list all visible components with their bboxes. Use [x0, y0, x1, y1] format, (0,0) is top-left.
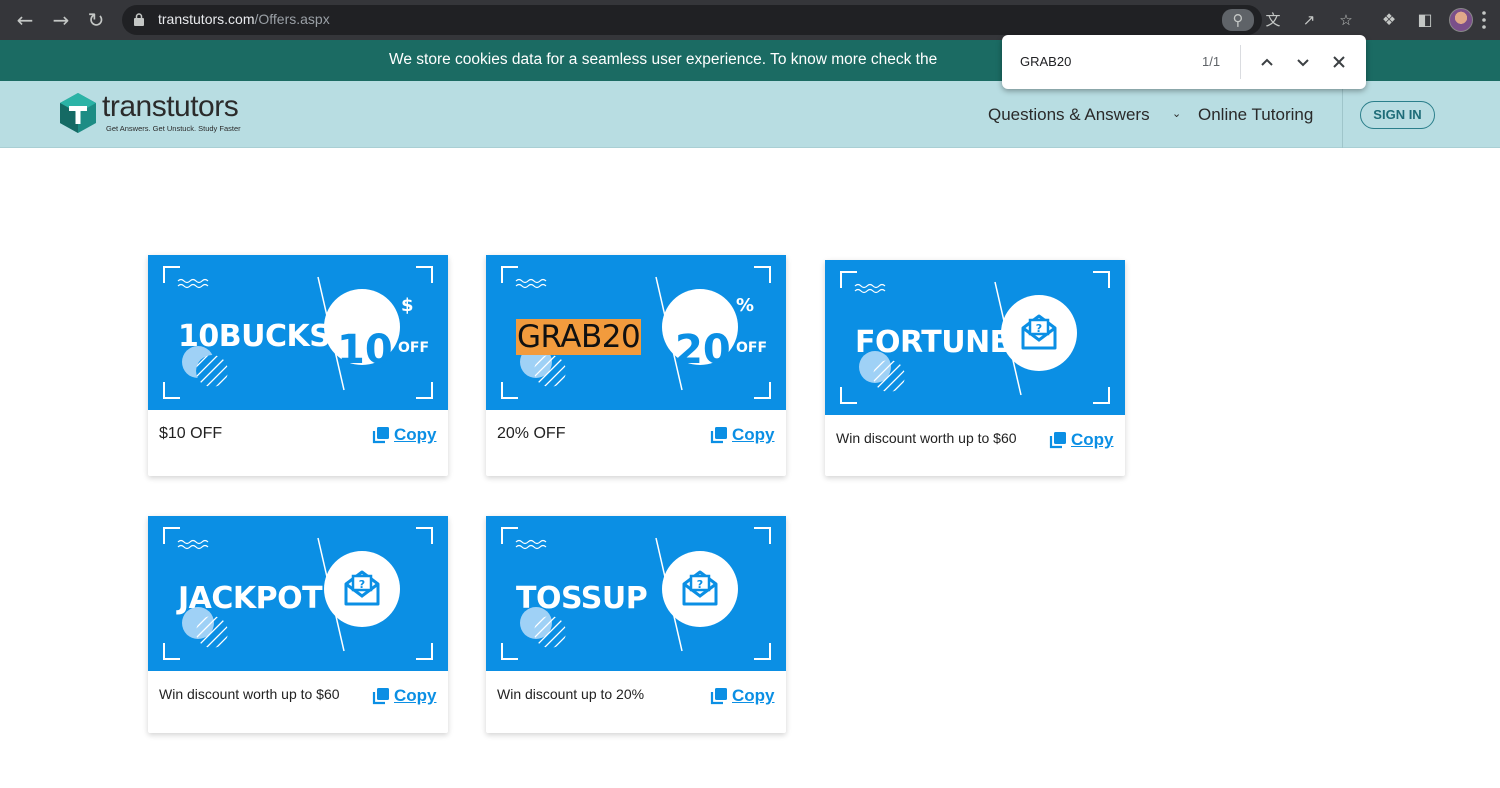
find-previous-icon[interactable]	[1256, 51, 1278, 73]
coupon-card: 20 % OFF GRAB20 20% OFF Copy	[486, 255, 786, 476]
svg-text:?: ?	[697, 578, 703, 591]
coupon-code: TOSSUP	[516, 581, 648, 616]
mail-question-icon: ?	[682, 570, 718, 606]
coupon-card: 10 $ OFF 10BUCKS $10 OFF Copy	[148, 255, 448, 476]
logo-tagline: Get Answers. Get Unstuck. Study Faster	[106, 124, 241, 133]
copy-icon	[1049, 432, 1066, 449]
site-header: transtutors Get Answers. Get Unstuck. St…	[0, 81, 1500, 148]
logo-mark-icon	[60, 93, 96, 133]
coupon-code: 10BUCKS	[178, 319, 331, 354]
coupon-description: Win discount up to 20%	[497, 686, 645, 702]
profile-avatar[interactable]	[1449, 8, 1473, 32]
coupon-card: ? TOSSUP Win discount up to 20% Copy	[486, 516, 786, 733]
find-next-icon[interactable]	[1292, 51, 1314, 73]
copy-label: Copy	[394, 686, 437, 705]
share-icon[interactable]: ↗	[1298, 11, 1320, 29]
copy-label: Copy	[394, 425, 437, 444]
copy-icon	[372, 688, 389, 705]
coupon-description: 20% OFF	[497, 425, 566, 442]
cookie-banner-text: We store cookies data for a seamless use…	[389, 51, 938, 68]
translate-icon[interactable]: 文	[1262, 11, 1284, 29]
find-match-count: 1/1	[1202, 54, 1221, 69]
coupon-card: ? JACKPOT Win discount worth up to $60 C…	[148, 516, 448, 733]
svg-text:?: ?	[1036, 322, 1042, 335]
discount-value: 10	[337, 327, 393, 373]
back-icon[interactable]: ←	[13, 8, 37, 32]
coupon-banner: ? FORTUNE	[825, 260, 1125, 415]
header-divider	[1342, 81, 1343, 148]
discount-unit: %	[736, 295, 755, 316]
reload-icon[interactable]: ↻	[84, 8, 108, 32]
extensions-puzzle-icon[interactable]: ❖	[1378, 9, 1400, 31]
coupon-code: GRAB20	[516, 319, 642, 355]
menu-dots-icon[interactable]	[1482, 10, 1486, 30]
svg-text:?: ?	[359, 578, 365, 591]
copy-icon	[710, 688, 727, 705]
discount-off-label: OFF	[398, 340, 430, 356]
browser-toolbar: ← → ↻ transtutors.com/Offers.aspx ⚲ 文 ↗ …	[0, 0, 1500, 40]
address-bar[interactable]: transtutors.com/Offers.aspx ⚲ 文 ↗ ☆	[122, 5, 1353, 35]
lock-icon[interactable]	[134, 13, 144, 26]
logo-wordmark: transtutors	[102, 90, 239, 123]
copy-icon	[372, 427, 389, 444]
chevron-down-icon[interactable]: ⌄	[1172, 107, 1181, 120]
bookmark-star-icon[interactable]: ☆	[1335, 11, 1357, 29]
signin-button[interactable]: SIGN IN	[1360, 101, 1435, 129]
side-panel-icon[interactable]: ◧	[1414, 9, 1436, 31]
copy-icon	[710, 427, 727, 444]
copy-label: Copy	[732, 425, 775, 444]
coupon-banner: 10 $ OFF 10BUCKS	[148, 255, 448, 410]
discount-unit: $	[401, 295, 414, 316]
find-query-input[interactable]: GRAB20	[1020, 54, 1071, 69]
find-bar: GRAB20 1/1	[1002, 35, 1366, 89]
transtutors-logo[interactable]: transtutors Get Answers. Get Unstuck. St…	[60, 90, 260, 137]
coupon-description: $10 OFF	[159, 425, 223, 442]
discount-value: 20	[675, 327, 731, 373]
coupon-banner: ? JACKPOT	[148, 516, 448, 671]
url-text[interactable]: transtutors.com/Offers.aspx	[158, 11, 330, 27]
coupon-description: Win discount worth up to $60	[159, 686, 340, 702]
mail-question-icon: ?	[344, 570, 380, 606]
coupon-description: Win discount worth up to $60	[836, 430, 1017, 446]
coupon-banner: 20 % OFF GRAB20	[486, 255, 786, 410]
coupon-code: FORTUNE	[855, 325, 1010, 360]
nav-questions-answers[interactable]: Questions & Answers	[988, 105, 1150, 125]
coupon-banner: ? TOSSUP	[486, 516, 786, 671]
find-bar-divider	[1240, 45, 1241, 79]
discount-off-label: OFF	[736, 340, 768, 356]
coupon-card: ? FORTUNE Win discount worth up to $60 C…	[825, 260, 1125, 476]
find-close-icon[interactable]	[1328, 51, 1350, 73]
find-in-page-icon[interactable]: ⚲	[1222, 9, 1254, 31]
forward-icon[interactable]: →	[49, 8, 73, 32]
copy-label: Copy	[732, 686, 775, 705]
nav-online-tutoring[interactable]: Online Tutoring	[1198, 105, 1313, 125]
copy-label: Copy	[1071, 430, 1114, 449]
mail-question-icon: ?	[1021, 314, 1057, 350]
coupon-code: JACKPOT	[178, 581, 323, 616]
